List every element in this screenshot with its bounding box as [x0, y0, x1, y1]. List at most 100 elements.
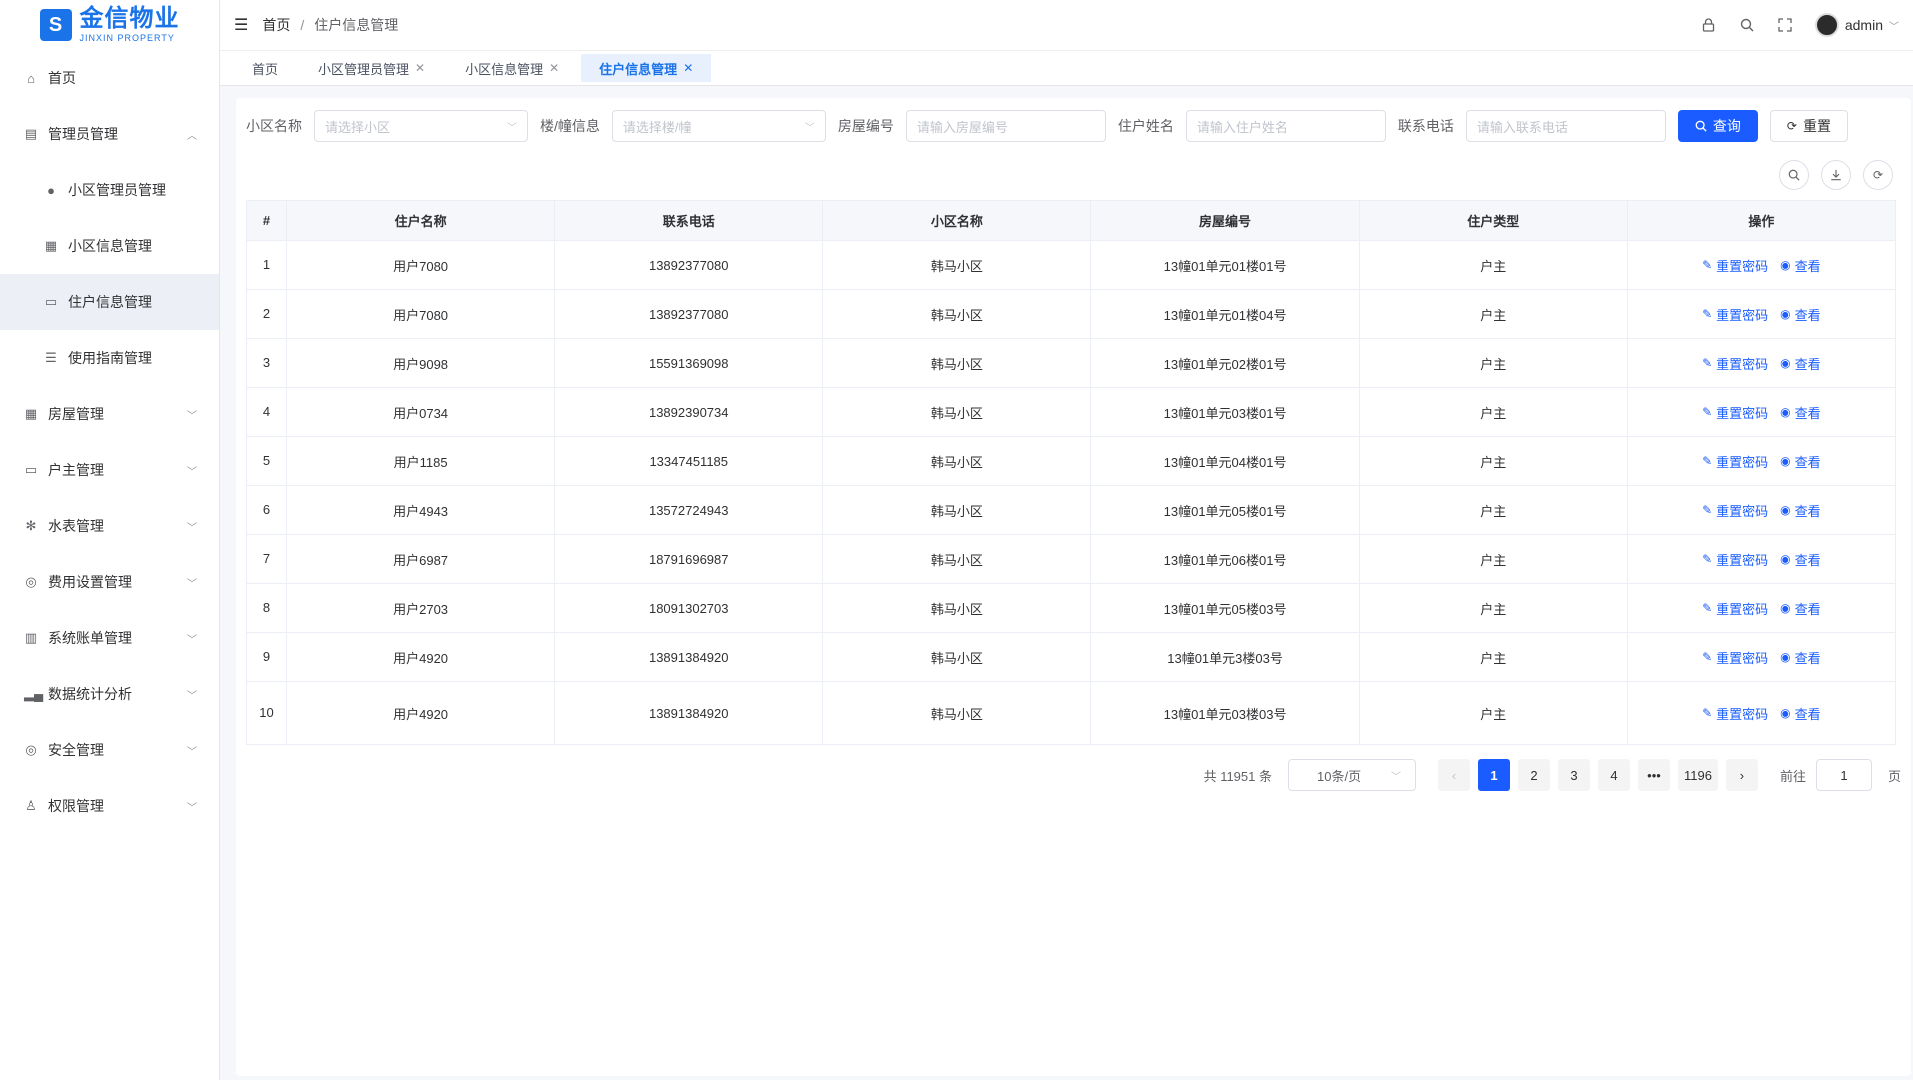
- search-button[interactable]: 查询: [1677, 110, 1758, 142]
- sidebar-item-label: 户主管理: [48, 462, 104, 478]
- sidebar-item-11[interactable]: ▂▄ 数据统计分析 ﹀: [0, 666, 219, 722]
- sidebar-item-1[interactable]: ▤ 管理员管理 ︿: [0, 106, 219, 162]
- more-pages-button[interactable]: •••: [1638, 759, 1670, 791]
- column-header: 住户名称: [286, 200, 556, 241]
- sidebar-item-label: 使用指南管理: [68, 350, 152, 366]
- reset-password-link[interactable]: ✎ 重置密码: [1702, 501, 1768, 520]
- table-row: 3 用户9098 15591369098 韩马小区 13幢01单元02楼01号 户主 ✎ 重置…: [246, 338, 1897, 388]
- sidebar-item-12[interactable]: ◎ 安全管理 ﹀: [0, 722, 219, 778]
- view-link[interactable]: ◉ 查看: [1780, 403, 1821, 422]
- table-cell: 户主: [1359, 436, 1628, 486]
- view-link[interactable]: ◉ 查看: [1780, 501, 1821, 520]
- reset-password-link[interactable]: ✎ 重置密码: [1702, 354, 1768, 373]
- sidebar-item-4[interactable]: ▭ 住户信息管理: [0, 274, 219, 330]
- view-link[interactable]: ◉ 查看: [1780, 305, 1821, 324]
- view-link[interactable]: ◉ 查看: [1780, 704, 1821, 723]
- table-cell: 10: [246, 681, 287, 745]
- table-cell: 13891384920: [554, 681, 824, 745]
- tab-label: 小区管理员管理: [318, 61, 410, 77]
- actions-cell: ✎ 重置密码 ◉ 查看: [1627, 583, 1897, 633]
- reset-password-link[interactable]: ✎ 重置密码: [1702, 452, 1768, 471]
- column-header: 小区名称: [822, 200, 1092, 241]
- sidebar-item-13[interactable]: ♙ 权限管理 ﹀: [0, 778, 219, 834]
- brand-logo[interactable]: S 金信物业 JINXIN PROPERTY: [0, 0, 219, 50]
- actions-cell: ✎ 重置密码 ◉ 查看: [1627, 681, 1897, 745]
- lock-icon[interactable]: [1701, 17, 1717, 33]
- tab-0[interactable]: 首页: [234, 54, 296, 82]
- view-link[interactable]: ◉ 查看: [1780, 599, 1821, 618]
- sidebar-item-8[interactable]: ✻ 水表管理 ﹀: [0, 498, 219, 554]
- sidebar-item-6[interactable]: ▦ 房屋管理 ﹀: [0, 386, 219, 442]
- reset-password-link[interactable]: ✎ 重置密码: [1702, 648, 1768, 667]
- actions-cell: ✎ 重置密码 ◉ 查看: [1627, 338, 1897, 388]
- sidebar-item-9[interactable]: ◎ 费用设置管理 ﹀: [0, 554, 219, 610]
- edit-icon: ✎: [1702, 552, 1713, 566]
- table-cell: 用户4920: [286, 632, 556, 682]
- reset-button[interactable]: ⟳ 重置: [1769, 110, 1848, 142]
- reset-password-link[interactable]: ✎ 重置密码: [1702, 256, 1768, 275]
- view-link[interactable]: ◉ 查看: [1780, 648, 1821, 667]
- table-cell: 13幢01单元05楼01号: [1090, 485, 1360, 535]
- person-icon: ♙: [25, 798, 37, 813]
- toggle-search-icon[interactable]: [1779, 160, 1809, 190]
- reset-password-link[interactable]: ✎ 重置密码: [1702, 403, 1768, 422]
- table-cell: 韩马小区: [822, 534, 1092, 584]
- top-header: ☰ 首页 / 住户信息管理 admin ﹀: [220, 0, 1913, 50]
- eye-icon: ◉: [1780, 552, 1791, 566]
- reset-password-link[interactable]: ✎ 重置密码: [1702, 704, 1768, 723]
- chevron-down-icon: ﹀: [187, 690, 197, 702]
- table-cell: 2: [246, 289, 287, 339]
- fullscreen-icon[interactable]: [1777, 17, 1793, 33]
- building-icon: ▦: [44, 238, 58, 253]
- edit-icon: ✎: [1702, 258, 1713, 272]
- building-select[interactable]: 请选择楼/幢 ﹀: [611, 110, 826, 142]
- reset-password-link[interactable]: ✎ 重置密码: [1702, 305, 1768, 324]
- refresh-icon[interactable]: ⟳: [1863, 160, 1893, 190]
- sidebar-item-0[interactable]: ⌂ 首页: [0, 50, 219, 106]
- table-cell: 13幢01单元01楼01号: [1090, 240, 1360, 290]
- view-link[interactable]: ◉ 查看: [1780, 354, 1821, 373]
- page-button[interactable]: 1: [1478, 759, 1510, 791]
- community-select[interactable]: 请选择小区 ﹀: [314, 110, 528, 142]
- view-link[interactable]: ◉ 查看: [1780, 550, 1821, 569]
- phone-input[interactable]: 请输入联系电话: [1465, 110, 1666, 142]
- sidebar-item-label: 小区管理员管理: [68, 182, 166, 198]
- tab-1[interactable]: 小区管理员管理 ✕: [300, 54, 443, 82]
- chevron-down-icon: ﹀: [187, 466, 197, 478]
- sidebar-item-3[interactable]: ▦ 小区信息管理: [0, 218, 219, 274]
- sidebar-item-label: 首页: [48, 70, 76, 86]
- sidebar-item-7[interactable]: ▭ 户主管理 ﹀: [0, 442, 219, 498]
- page-button[interactable]: 2: [1518, 759, 1550, 791]
- sidebar-item-10[interactable]: ▥ 系统账单管理 ﹀: [0, 610, 219, 666]
- reset-password-link[interactable]: ✎ 重置密码: [1702, 550, 1768, 569]
- page-size-select[interactable]: 10条/页 ﹀: [1288, 759, 1416, 791]
- page-button[interactable]: 4: [1598, 759, 1630, 791]
- search-icon[interactable]: [1739, 17, 1755, 33]
- close-icon[interactable]: ✕: [683, 61, 693, 75]
- table-cell: 13幢01单元03楼03号: [1090, 681, 1360, 745]
- chart-icon: ▂▄: [24, 686, 44, 701]
- sidebar-item-2[interactable]: ● 小区管理员管理: [0, 162, 219, 218]
- view-link[interactable]: ◉ 查看: [1780, 452, 1821, 471]
- page-button[interactable]: 1196: [1678, 759, 1718, 791]
- prev-page-button[interactable]: ‹: [1438, 759, 1470, 791]
- goto-page-input[interactable]: 1: [1815, 759, 1872, 791]
- eye-icon: ◉: [1780, 650, 1791, 664]
- tab-2[interactable]: 小区信息管理 ✕: [447, 54, 577, 82]
- house-number-input[interactable]: 请输入房屋编号: [905, 110, 1106, 142]
- hamburger-icon[interactable]: ☰: [234, 15, 248, 35]
- breadcrumb-home[interactable]: 首页: [262, 15, 290, 35]
- sidebar-item-5[interactable]: ☰ 使用指南管理: [0, 330, 219, 386]
- close-icon[interactable]: ✕: [549, 61, 559, 75]
- resident-name-input[interactable]: 请输入住户姓名: [1185, 110, 1386, 142]
- breadcrumb: 首页 / 住户信息管理: [262, 15, 398, 35]
- view-link[interactable]: ◉ 查看: [1780, 256, 1821, 275]
- reset-password-link[interactable]: ✎ 重置密码: [1702, 599, 1768, 618]
- next-page-button[interactable]: ›: [1725, 759, 1758, 791]
- page-button[interactable]: 3: [1558, 759, 1590, 791]
- close-icon[interactable]: ✕: [415, 61, 425, 75]
- table-cell: 韩马小区: [822, 436, 1092, 486]
- download-icon[interactable]: [1821, 160, 1851, 190]
- user-menu[interactable]: admin ﹀: [1814, 13, 1899, 37]
- tab-3[interactable]: 住户信息管理 ✕: [581, 54, 712, 82]
